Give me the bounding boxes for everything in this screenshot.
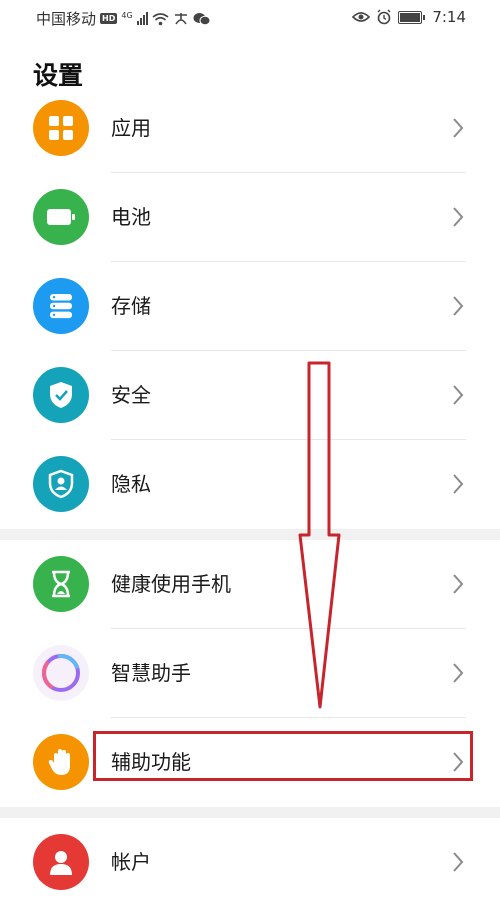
settings-item-label: 安全 bbox=[111, 383, 151, 407]
eye-icon bbox=[352, 12, 371, 22]
section-separator bbox=[0, 807, 500, 818]
chevron-right-icon bbox=[453, 296, 464, 316]
chevron-right-icon bbox=[453, 118, 464, 138]
shield-check-icon bbox=[33, 367, 89, 423]
status-bar: 中国移动 HD 4G 7:14 bbox=[0, 0, 500, 34]
wifi-icon bbox=[152, 12, 169, 25]
privacy-icon bbox=[33, 456, 89, 512]
alarm-icon bbox=[377, 9, 391, 25]
settings-item-storage[interactable]: 存储 bbox=[0, 262, 500, 351]
settings-item-account[interactable]: 帐户 bbox=[0, 818, 500, 907]
settings-item-label: 智慧助手 bbox=[111, 661, 191, 685]
alipay-icon bbox=[174, 12, 187, 24]
settings-item-label: 应用 bbox=[111, 116, 151, 140]
wechat-icon bbox=[193, 12, 211, 25]
settings-item-label: 隐私 bbox=[111, 472, 151, 496]
settings-item-smart-assistant[interactable]: 智慧助手 bbox=[0, 629, 500, 718]
settings-item-label: 帐户 bbox=[111, 850, 151, 874]
settings-item-label: 存储 bbox=[111, 294, 151, 318]
chevron-right-icon bbox=[453, 207, 464, 227]
chevron-right-icon bbox=[453, 385, 464, 405]
settings-item-digital-balance[interactable]: 健康使用手机 bbox=[0, 540, 500, 629]
battery-icon bbox=[33, 189, 89, 245]
clock-time: 7:14 bbox=[432, 8, 466, 26]
settings-item-privacy[interactable]: 隐私 bbox=[0, 440, 500, 529]
battery-status-icon bbox=[398, 10, 426, 24]
hd-badge: HD bbox=[100, 13, 118, 24]
storage-icon bbox=[33, 278, 89, 334]
annotation-highlight-box bbox=[93, 731, 473, 781]
chevron-right-icon bbox=[453, 474, 464, 494]
apps-icon bbox=[33, 100, 89, 156]
hand-icon bbox=[33, 734, 89, 790]
settings-item-label: 电池 bbox=[111, 205, 151, 229]
chevron-right-icon bbox=[453, 852, 464, 872]
chevron-right-icon bbox=[453, 574, 464, 594]
settings-item-security[interactable]: 安全 bbox=[0, 351, 500, 440]
network-type: 4G bbox=[121, 11, 133, 20]
section-separator bbox=[0, 529, 500, 540]
smart-assistant-icon bbox=[33, 645, 89, 701]
carrier-name: 中国移动 bbox=[36, 10, 97, 28]
hourglass-icon bbox=[33, 556, 89, 612]
account-icon bbox=[33, 834, 89, 890]
settings-item-battery[interactable]: 电池 bbox=[0, 173, 500, 262]
settings-item-label: 健康使用手机 bbox=[111, 572, 231, 596]
annotation-arrow bbox=[298, 361, 341, 709]
settings-item-apps[interactable]: 应用 bbox=[0, 84, 500, 173]
signal-icon bbox=[136, 12, 148, 25]
chevron-right-icon bbox=[453, 663, 464, 683]
